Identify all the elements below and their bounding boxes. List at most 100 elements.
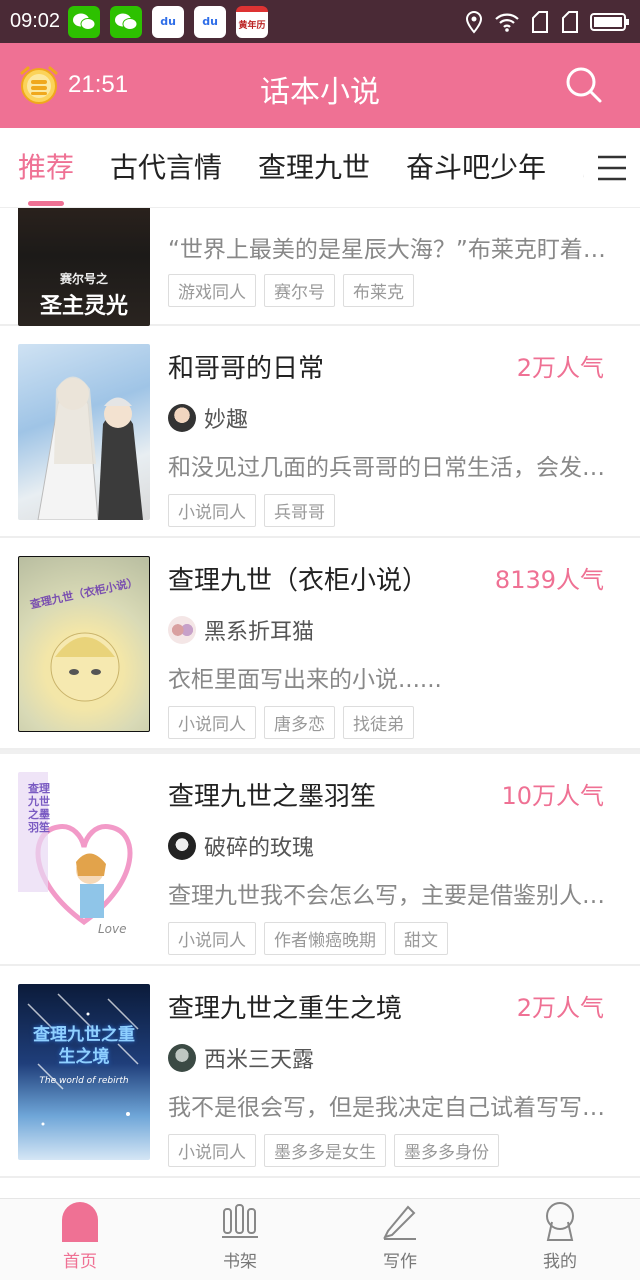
calendar-icon: 黄年历: [236, 5, 269, 38]
tab-menu-button[interactable]: [584, 128, 640, 207]
popularity-count: 2万人气: [516, 994, 604, 1022]
list-item[interactable]: 查理九世（衣柜小说） 查理九世（衣柜小说） 8139人气 黑系折耳猫 衣柜里面写…: [0, 538, 640, 750]
list-item[interactable]: 查理九世之墨羽笙 Love 查理九世之墨羽笙 10万人气 破碎的玫瑰 查理九世我…: [0, 754, 640, 966]
pencil-icon: [380, 1199, 420, 1243]
cover-illustration: [37, 376, 143, 520]
book-title: 查理九世之墨羽笙: [168, 782, 377, 812]
category-tabs: 推荐 古代言情 查理九世 奋斗吧少年 剧: [0, 128, 640, 208]
author[interactable]: 西米三天露: [168, 1042, 314, 1074]
nav-label: 写作: [383, 1252, 417, 1272]
tag[interactable]: 唐多恋: [264, 706, 335, 739]
battery-icon: [590, 12, 629, 31]
tag[interactable]: 游戏同人: [168, 274, 256, 307]
tag[interactable]: 作者懒癌晚期: [264, 922, 386, 955]
nav-label: 我的: [543, 1252, 577, 1272]
tag-list: 小说同人 作者懒癌晚期 甜文: [168, 922, 448, 955]
author[interactable]: 妙趣: [168, 402, 248, 434]
tag[interactable]: 小说同人: [168, 1134, 256, 1167]
status-bar: 09:02 du du 黄年历: [0, 0, 640, 43]
book-title: 查理九世（衣柜小说）: [168, 566, 429, 596]
search-icon: [566, 67, 602, 103]
book-cover: 赛尔号之 圣主灵光: [18, 208, 150, 326]
cover-title: 圣主灵光: [39, 293, 128, 319]
avatar: [168, 616, 196, 644]
search-button[interactable]: [564, 65, 604, 105]
nav-profile[interactable]: 我的: [480, 1199, 640, 1280]
author-name: 妙趣: [204, 408, 249, 433]
book-description: 查理九世我不会怎么写，主要是借鉴别人的写法: [168, 883, 608, 909]
book-description: 我不是很会写，但是我决定自己试着写写看吧: [168, 1095, 608, 1121]
book-cover: [18, 344, 150, 520]
tab-fight-youth[interactable]: 奋斗吧少年: [388, 128, 564, 207]
avatar: [168, 404, 196, 432]
tab-charlie-ix[interactable]: 查理九世: [240, 128, 388, 207]
tag[interactable]: 小说同人: [168, 922, 256, 955]
tag-list: 游戏同人 赛尔号 布莱克: [168, 274, 414, 307]
nav-label: 首页: [63, 1252, 97, 1272]
wifi-icon: [495, 13, 519, 32]
tag-list: 小说同人 唐多恋 找徒弟: [168, 706, 414, 739]
author-name: 西米三天露: [204, 1048, 315, 1073]
avatar: [168, 1044, 196, 1072]
author-name: 黑系折耳猫: [204, 620, 315, 645]
author[interactable]: 破碎的玫瑰: [168, 830, 314, 862]
book-cover: 查理九世（衣柜小说）: [18, 556, 150, 732]
cover-illustration: [50, 632, 120, 702]
tab-recommend[interactable]: 推荐: [0, 128, 92, 207]
tag[interactable]: 墨多多身份: [394, 1134, 499, 1167]
avatar: [168, 832, 196, 860]
status-time: 09:02: [10, 10, 61, 32]
wechat-icon: [110, 5, 143, 38]
bottom-navigation: 首页 书架 写作 我的: [0, 1198, 640, 1280]
tab-ancient-romance[interactable]: 古代言情: [92, 128, 240, 207]
tag[interactable]: 小说同人: [168, 494, 256, 527]
tag-list: 小说同人 墨多多是女生 墨多多身份: [168, 1134, 499, 1167]
wechat-icon: [68, 5, 101, 38]
app-header: 21:51 话本小说: [0, 43, 640, 128]
nav-bookshelf[interactable]: 书架: [160, 1199, 320, 1280]
book-cover: 查理九世之墨羽笙 Love: [18, 772, 150, 948]
nav-home[interactable]: 首页: [0, 1199, 160, 1280]
book-description: 和没见过几面的兵哥哥的日常生活，会发生什么有趣的故事呢: [168, 455, 608, 481]
cover-subtitle: The world of rebirth: [39, 1076, 129, 1086]
book-cover: 查理九世之重生之境 The world of rebirth: [18, 984, 150, 1160]
signal-icon: [532, 10, 548, 33]
cover-subtitle: 赛尔号之: [59, 272, 108, 286]
tag[interactable]: 赛尔号: [264, 274, 335, 307]
cover-title: 查理九世之重生之境: [33, 1025, 135, 1067]
location-icon: [465, 10, 483, 34]
tag[interactable]: 兵哥哥: [264, 494, 335, 527]
tag[interactable]: 甜文: [394, 922, 448, 955]
cover-title: 查理九世之墨羽笙: [28, 782, 50, 834]
popularity-count: 2万人气: [516, 354, 604, 382]
nav-write[interactable]: 写作: [320, 1199, 480, 1280]
page-title: 话本小说: [260, 75, 380, 110]
book-title: 查理九世之重生之境: [168, 994, 403, 1024]
cover-love-text: Love: [98, 922, 127, 936]
tag[interactable]: 布莱克: [343, 274, 414, 307]
cover-illustration: [27, 993, 139, 1126]
baidu-icon: du: [152, 5, 185, 38]
status-indicators: [464, 10, 630, 34]
book-description: “世界上最美的是星辰大海？”布莱克盯着那遍布星辰的窗户说...: [168, 237, 608, 263]
author-name: 破碎的玫瑰: [204, 836, 315, 861]
list-item[interactable]: 查理九世之重生之境 The world of rebirth 查理九世之重生之境…: [0, 966, 640, 1178]
tag-list: 小说同人 兵哥哥: [168, 494, 335, 527]
bookshelf-icon: [220, 1199, 260, 1243]
tag[interactable]: 找徒弟: [343, 706, 414, 739]
book-description: 衣柜里面写出来的小说......: [168, 667, 442, 693]
author[interactable]: 黑系折耳猫: [168, 614, 314, 646]
nav-label: 书架: [223, 1252, 257, 1272]
list-item[interactable]: 赛尔号之 圣主灵光 “世界上最美的是星辰大海？”布莱克盯着那遍布星辰的窗户说..…: [0, 208, 640, 326]
menu-icon: [598, 155, 626, 181]
home-icon: [60, 1199, 100, 1243]
popularity-count: 8139人气: [494, 566, 604, 594]
tag[interactable]: 墨多多是女生: [264, 1134, 386, 1167]
popularity-count: 10万人气: [501, 782, 604, 810]
profile-icon: [540, 1199, 580, 1243]
novel-list: 赛尔号之 圣主灵光 “世界上最美的是星辰大海？”布莱克盯着那遍布星辰的窗户说..…: [0, 208, 640, 1198]
book-title: 和哥哥的日常: [168, 354, 325, 384]
tag[interactable]: 小说同人: [168, 706, 256, 739]
signal-icon: [562, 10, 578, 33]
list-item[interactable]: 和哥哥的日常 2万人气 妙趣 和没见过几面的兵哥哥的日常生活，会发生什么有趣的故…: [0, 326, 640, 538]
